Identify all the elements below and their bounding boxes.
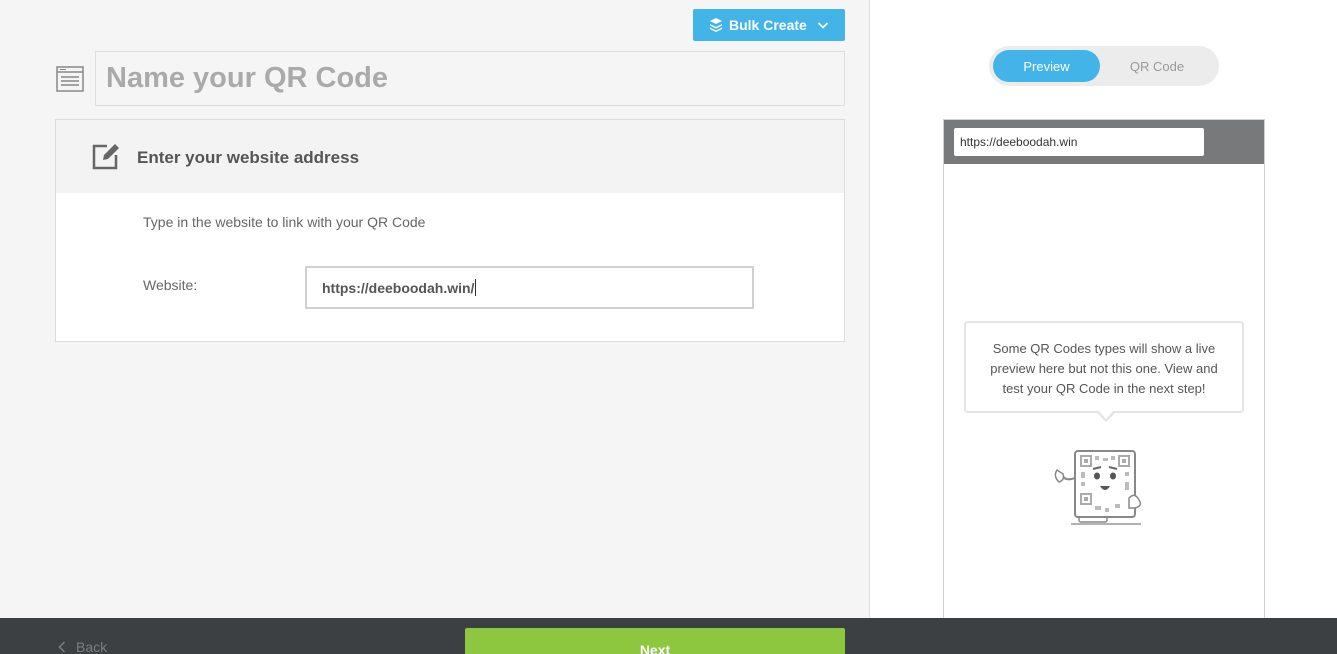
chevron-left-icon bbox=[58, 641, 66, 653]
back-label: Back bbox=[76, 639, 108, 654]
phone-preview: https://deeboodah.win Some QR Codes type… bbox=[943, 119, 1265, 639]
website-label: Website: bbox=[143, 277, 198, 293]
editor-area: Bulk Create Name your QR Code Enter your… bbox=[0, 0, 869, 618]
next-label: Next bbox=[639, 642, 671, 654]
bubble-tail-fill bbox=[1098, 410, 1114, 419]
browser-bar: https://deeboodah.win bbox=[944, 120, 1264, 164]
back-button[interactable]: Back bbox=[58, 639, 107, 654]
preview-message: Some QR Codes types will show a live pre… bbox=[990, 341, 1218, 396]
qr-name-input[interactable]: Name your QR Code bbox=[95, 51, 845, 106]
bulk-create-button[interactable]: Bulk Create bbox=[693, 9, 845, 41]
website-input-value: https://deeboodah.win/ bbox=[322, 279, 475, 296]
chevron-down-icon[interactable] bbox=[817, 19, 829, 31]
preview-toggle: Preview QR Code bbox=[989, 46, 1219, 86]
preview-message-bubble: Some QR Codes types will show a live pre… bbox=[964, 321, 1244, 413]
document-icon bbox=[56, 66, 84, 92]
next-button[interactable]: Next bbox=[465, 628, 845, 654]
preview-panel: Preview QR Code https://deeboodah.win So… bbox=[869, 0, 1337, 639]
qr-mascot-illustration bbox=[1054, 450, 1142, 525]
qr-name-placeholder: Name your QR Code bbox=[106, 62, 388, 94]
website-input[interactable]: https://deeboodah.win/ bbox=[305, 266, 754, 309]
website-card-title: Enter your website address bbox=[137, 148, 360, 167]
bulk-create-label: Bulk Create bbox=[729, 17, 807, 33]
edit-icon bbox=[92, 144, 119, 170]
tab-preview[interactable]: Preview bbox=[993, 50, 1100, 82]
text-caret bbox=[475, 279, 477, 296]
layers-icon bbox=[710, 18, 722, 32]
website-card-description: Type in the website to link with your QR… bbox=[143, 214, 426, 230]
website-card: Enter your website address Type in the w… bbox=[55, 119, 845, 342]
tab-qr-code[interactable]: QR Code bbox=[1107, 50, 1207, 82]
footer-bar: Back Next bbox=[0, 618, 1337, 654]
website-card-header: Enter your website address bbox=[56, 120, 844, 193]
preview-url-bar: https://deeboodah.win bbox=[954, 128, 1204, 156]
